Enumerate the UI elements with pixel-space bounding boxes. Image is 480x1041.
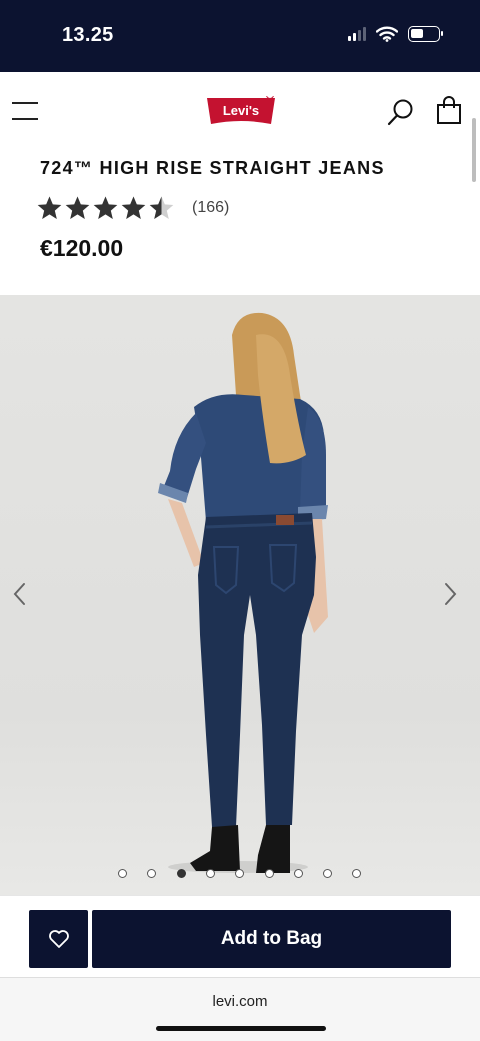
cellular-signal-icon: [348, 27, 366, 41]
star-rating: [36, 195, 175, 221]
product-price: €120.00: [40, 235, 124, 261]
chevron-right-icon[interactable]: [440, 581, 460, 607]
levis-logo[interactable]: Levi's: [205, 96, 277, 128]
scrollbar-thumb[interactable]: [472, 118, 476, 182]
gallery-dot[interactable]: [235, 869, 245, 878]
product-image-model-jeans: [158, 312, 328, 873]
gallery-dot[interactable]: [352, 869, 362, 878]
product-image-gallery[interactable]: [0, 295, 480, 895]
url-text[interactable]: levi.com: [0, 993, 480, 1010]
rating-row[interactable]: (166): [36, 195, 229, 221]
star-icon: [65, 196, 90, 219]
menu-icon[interactable]: [12, 102, 38, 120]
home-indicator[interactable]: [156, 1026, 326, 1031]
review-count[interactable]: (166): [192, 199, 229, 217]
wishlist-button[interactable]: [29, 910, 88, 968]
chevron-left-icon[interactable]: [10, 581, 30, 607]
heart-icon: [48, 930, 69, 948]
gallery-pagination-dots: [0, 869, 480, 881]
product-title: 724™ HIGH RISE STRAIGHT JEANS: [40, 158, 385, 178]
status-time: 13.25: [62, 24, 114, 46]
wifi-icon: [376, 26, 398, 42]
star-icon: [121, 196, 146, 219]
shopping-bag-icon[interactable]: [436, 96, 462, 124]
gallery-dot[interactable]: [147, 869, 157, 878]
star-icon: [149, 196, 174, 219]
gallery-dot[interactable]: [264, 869, 274, 878]
site-header: Levi's: [0, 72, 480, 150]
star-icon: [37, 196, 62, 219]
gallery-dot[interactable]: [323, 869, 333, 878]
search-icon[interactable]: [387, 98, 415, 126]
action-bar: Add to Bag: [0, 895, 480, 977]
gallery-dot[interactable]: [118, 869, 127, 878]
svg-text:Levi's: Levi's: [223, 103, 259, 118]
battery-icon: [408, 26, 443, 42]
gallery-dot[interactable]: [176, 869, 186, 878]
browser-address-bar: levi.com: [0, 977, 480, 1041]
star-icon: [93, 196, 118, 219]
status-icons: [348, 26, 443, 42]
gallery-dot[interactable]: [205, 869, 215, 878]
gallery-dot[interactable]: [293, 869, 303, 878]
add-to-bag-button[interactable]: Add to Bag: [92, 910, 451, 968]
status-bar: 13.25: [0, 0, 480, 72]
